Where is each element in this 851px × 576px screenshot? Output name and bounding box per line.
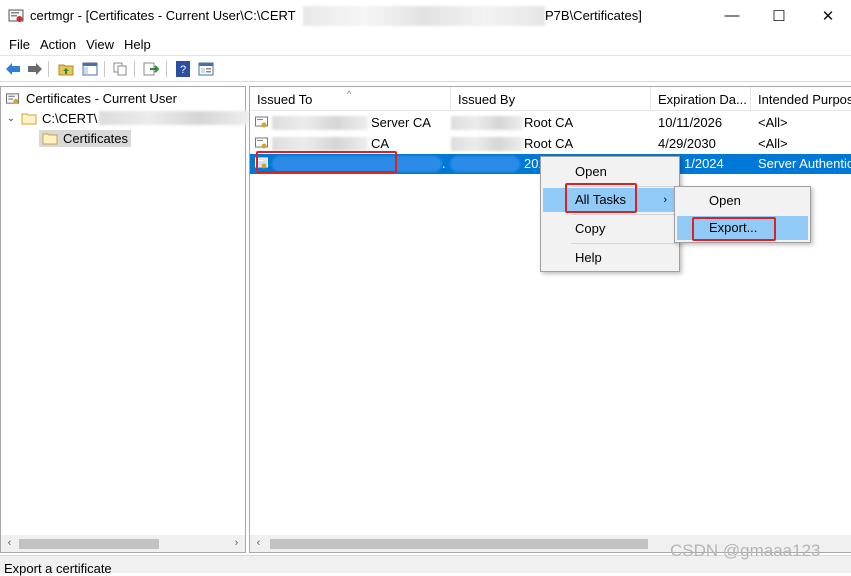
tree-certificates-node[interactable]: Certificates bbox=[39, 128, 132, 148]
certificate-store-icon bbox=[6, 92, 20, 104]
expand-chevron-icon[interactable]: ⌄ bbox=[5, 113, 17, 124]
table-row[interactable]: Server CA Root CA 10/11/2026 <All> bbox=[250, 113, 851, 133]
folder-icon bbox=[42, 133, 58, 144]
expiration-cell: 4/29/2030 bbox=[658, 136, 716, 151]
column-issued-by[interactable]: Issued By bbox=[451, 87, 651, 111]
up-folder-icon bbox=[58, 64, 74, 76]
back-arrow-icon bbox=[6, 63, 20, 75]
sort-ascending-icon: ^ bbox=[347, 89, 352, 99]
tree-certificates-selection: Certificates bbox=[39, 129, 132, 147]
close-icon: ✕ bbox=[821, 7, 835, 25]
tree-file-node[interactable]: ⌄ C:\CERT\ bbox=[5, 108, 250, 128]
tree-root[interactable]: Certificates - Current User bbox=[5, 88, 177, 108]
redacted-file-path bbox=[99, 111, 250, 125]
menu-view[interactable]: View bbox=[81, 37, 119, 52]
column-issued-to-label: Issued To bbox=[257, 92, 313, 107]
maximize-icon: ☐ bbox=[772, 7, 786, 25]
show-hide-tree-button[interactable] bbox=[81, 60, 99, 78]
scroll-left-icon[interactable]: ‹ bbox=[1, 535, 18, 552]
minimize-button[interactable]: — bbox=[709, 0, 755, 31]
column-intended-purposes[interactable]: Intended Purpos bbox=[751, 87, 851, 111]
up-one-level-button[interactable] bbox=[57, 60, 75, 78]
issued-by-cell: Root CA bbox=[524, 115, 574, 130]
column-expiration-label: Expiration Da... bbox=[658, 92, 747, 107]
submenu-chevron-icon: › bbox=[663, 194, 667, 206]
redacted-name bbox=[450, 156, 520, 172]
tree-scroll-thumb[interactable] bbox=[19, 539, 159, 549]
expiration-cell: 10/11/2026 bbox=[658, 115, 723, 130]
column-issued-by-label: Issued By bbox=[458, 92, 516, 107]
tree-root-label: Certificates - Current User bbox=[26, 90, 177, 106]
context-menu-all-tasks[interactable]: All Tasks › bbox=[543, 188, 677, 212]
purpose-cell: Server Authentic bbox=[758, 156, 851, 171]
tree-file-label: C:\CERT\ bbox=[42, 110, 98, 126]
minimize-icon: — bbox=[724, 7, 740, 24]
help-button[interactable]: ? bbox=[174, 60, 192, 78]
issued-to-cell: . bbox=[442, 156, 446, 171]
certificate-icon bbox=[255, 137, 268, 149]
certificate-icon bbox=[255, 116, 268, 128]
maximize-button[interactable]: ☐ bbox=[756, 0, 802, 31]
forward-arrow-icon bbox=[28, 63, 42, 75]
certmgr-window: certmgr - [Certificates - Current User\C… bbox=[0, 0, 851, 576]
tree-certificates-label: Certificates bbox=[63, 130, 129, 146]
title-bar: certmgr - [Certificates - Current User\C… bbox=[0, 0, 851, 33]
watermark: CSDN @gmaaa123 bbox=[670, 541, 821, 560]
issued-to-cell: Server CA bbox=[371, 115, 431, 130]
redacted-name bbox=[451, 116, 523, 130]
column-issued-to[interactable]: Issued To ^ bbox=[250, 87, 451, 111]
column-header: Issued To ^ Issued By Expiration Da... I… bbox=[250, 87, 851, 111]
redacted-title-segment bbox=[303, 6, 545, 26]
issued-to-cell: CA bbox=[371, 136, 390, 151]
export-list-button[interactable] bbox=[142, 60, 160, 78]
expiration-cell: 1/2024 bbox=[684, 156, 724, 171]
copy-button[interactable] bbox=[111, 60, 129, 78]
redacted-name bbox=[272, 137, 368, 151]
purpose-cell: <All> bbox=[758, 136, 788, 151]
properties-button[interactable] bbox=[197, 60, 215, 78]
toolbar: ? bbox=[0, 55, 851, 82]
redacted-name bbox=[272, 156, 442, 172]
copy-icon bbox=[113, 62, 127, 76]
window-title-prefix: certmgr - [Certificates - Current User\C… bbox=[30, 8, 296, 23]
certmgr-app-icon bbox=[8, 9, 24, 22]
menu-help[interactable]: Help bbox=[119, 37, 156, 52]
forward-button[interactable] bbox=[26, 60, 44, 78]
close-button[interactable]: ✕ bbox=[805, 0, 851, 31]
all-tasks-label: All Tasks bbox=[575, 192, 627, 207]
purpose-cell: <All> bbox=[758, 115, 788, 130]
context-menu-copy[interactable]: Copy bbox=[543, 217, 677, 241]
issued-by-cell: Root CA bbox=[524, 136, 574, 151]
submenu-open[interactable]: Open bbox=[677, 189, 808, 213]
help-icon: ? bbox=[176, 61, 190, 77]
context-menu-open[interactable]: Open bbox=[543, 160, 677, 184]
certificate-icon bbox=[255, 157, 268, 169]
column-intended-purposes-label: Intended Purpos bbox=[758, 92, 851, 107]
redacted-name bbox=[272, 116, 368, 130]
scroll-right-icon[interactable]: › bbox=[228, 535, 245, 552]
tree-horizontal-scrollbar[interactable]: ‹ › bbox=[1, 535, 245, 552]
svg-text:?: ? bbox=[180, 64, 186, 76]
submenu-export[interactable]: Export... bbox=[677, 216, 808, 240]
list-scroll-thumb[interactable] bbox=[270, 539, 648, 549]
context-menu: Open All Tasks › Copy Help bbox=[540, 156, 680, 272]
scroll-left-icon[interactable]: ‹ bbox=[250, 535, 267, 552]
menu-action[interactable]: Action bbox=[35, 37, 81, 52]
menu-file[interactable]: File bbox=[4, 37, 35, 52]
properties-icon bbox=[198, 62, 214, 76]
status-text: Export a certificate bbox=[4, 561, 112, 576]
back-button[interactable] bbox=[4, 60, 22, 78]
export-list-icon bbox=[143, 62, 159, 76]
console-tree-pane: Certificates - Current User ⌄ C:\CERT\ C… bbox=[0, 86, 250, 553]
folder-icon bbox=[21, 113, 37, 124]
table-row[interactable]: CA Root CA 4/29/2030 <All> bbox=[250, 134, 851, 154]
redacted-name bbox=[451, 137, 523, 151]
all-tasks-submenu: Open Export... bbox=[674, 186, 811, 243]
context-menu-help[interactable]: Help bbox=[543, 246, 677, 270]
column-expiration[interactable]: Expiration Da... bbox=[651, 87, 751, 111]
window-title-suffix: P7B\Certificates] bbox=[545, 8, 642, 23]
menu-bar: File Action View Help bbox=[0, 33, 851, 55]
show-hide-tree-icon bbox=[82, 62, 98, 76]
